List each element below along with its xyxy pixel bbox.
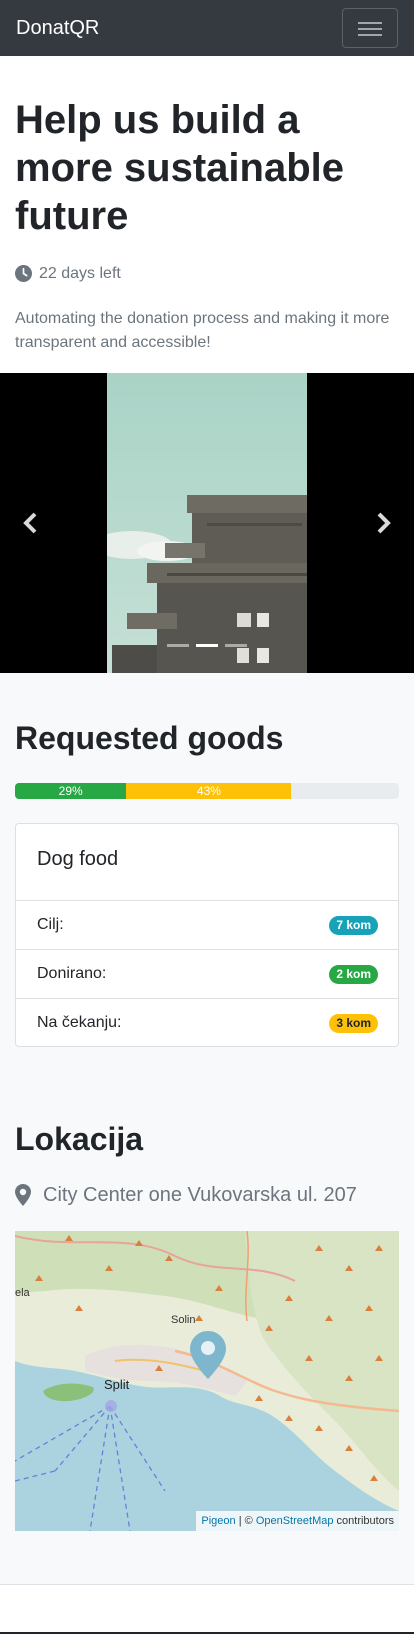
map-marker-icon bbox=[15, 1184, 31, 1206]
hamburger-icon bbox=[358, 34, 382, 36]
status-badge: 3 kom bbox=[329, 1014, 378, 1033]
goods-item-name: Dog food bbox=[37, 848, 119, 870]
navbar: DonatQR bbox=[0, 0, 414, 56]
status-badge: 2 kom bbox=[329, 965, 378, 984]
row-label: Cilj: bbox=[37, 916, 64, 933]
map-tiles bbox=[15, 1231, 399, 1531]
goods-row-pending: Na čekanju: 3 kom bbox=[16, 998, 398, 1047]
hamburger-icon bbox=[358, 28, 382, 30]
carousel-indicator[interactable] bbox=[167, 644, 189, 647]
requested-goods-heading: Requested goods bbox=[15, 720, 284, 756]
row-label: Na čekanju: bbox=[37, 1014, 122, 1031]
progress-bar-pending: 43% bbox=[126, 783, 292, 799]
hamburger-icon bbox=[358, 22, 382, 24]
status-badge: 7 kom bbox=[329, 916, 378, 935]
location-map[interactable]: Solin Split ela Pigeon | © OpenStreetMap… bbox=[15, 1231, 399, 1531]
goods-row-donated: Donirano: 2 kom bbox=[16, 949, 398, 998]
openstreetmap-link[interactable]: OpenStreetMap bbox=[256, 1515, 334, 1527]
carousel-indicators bbox=[167, 644, 257, 648]
location-heading: Lokacija bbox=[15, 1121, 144, 1157]
image-carousel bbox=[0, 373, 414, 673]
row-label: Donirano: bbox=[37, 965, 107, 982]
lead-text: Automating the donation process and maki… bbox=[15, 310, 390, 351]
goods-card: Dog food Cilj: 7 kom Donirano: 2 kom Na … bbox=[15, 823, 399, 1047]
attribution-suffix: contributors bbox=[333, 1515, 394, 1527]
donation-progress: 29% 43% bbox=[15, 783, 399, 799]
goods-row-target: Cilj: 7 kom bbox=[16, 900, 398, 949]
brand-link[interactable]: DonatQR bbox=[16, 15, 99, 41]
map-label-ela: ela bbox=[15, 1287, 30, 1299]
map-pin-icon[interactable] bbox=[190, 1331, 226, 1379]
map-attribution: Pigeon | © OpenStreetMap contributors bbox=[196, 1511, 399, 1531]
page-title: Help us build a more sustainable future bbox=[15, 98, 345, 238]
navbar-toggle-button[interactable] bbox=[342, 8, 398, 48]
progress-bar-donated: 29% bbox=[15, 783, 127, 799]
chevron-left-icon[interactable] bbox=[11, 503, 51, 543]
map-label-split: Split bbox=[104, 1377, 130, 1392]
days-left-text: 22 days left bbox=[39, 265, 121, 282]
map-label-solin: Solin bbox=[171, 1314, 196, 1326]
chevron-right-icon[interactable] bbox=[363, 503, 403, 543]
pigeon-link[interactable]: Pigeon bbox=[201, 1515, 235, 1527]
carousel-indicator[interactable] bbox=[196, 644, 218, 647]
address-text: City Center one Vukovarska ul. 207 bbox=[43, 1184, 357, 1206]
carousel-slide-image bbox=[107, 373, 307, 673]
clock-icon bbox=[15, 265, 32, 282]
attribution-separator: | © bbox=[235, 1515, 256, 1527]
footer bbox=[0, 1584, 414, 1634]
carousel-indicator[interactable] bbox=[225, 644, 247, 647]
